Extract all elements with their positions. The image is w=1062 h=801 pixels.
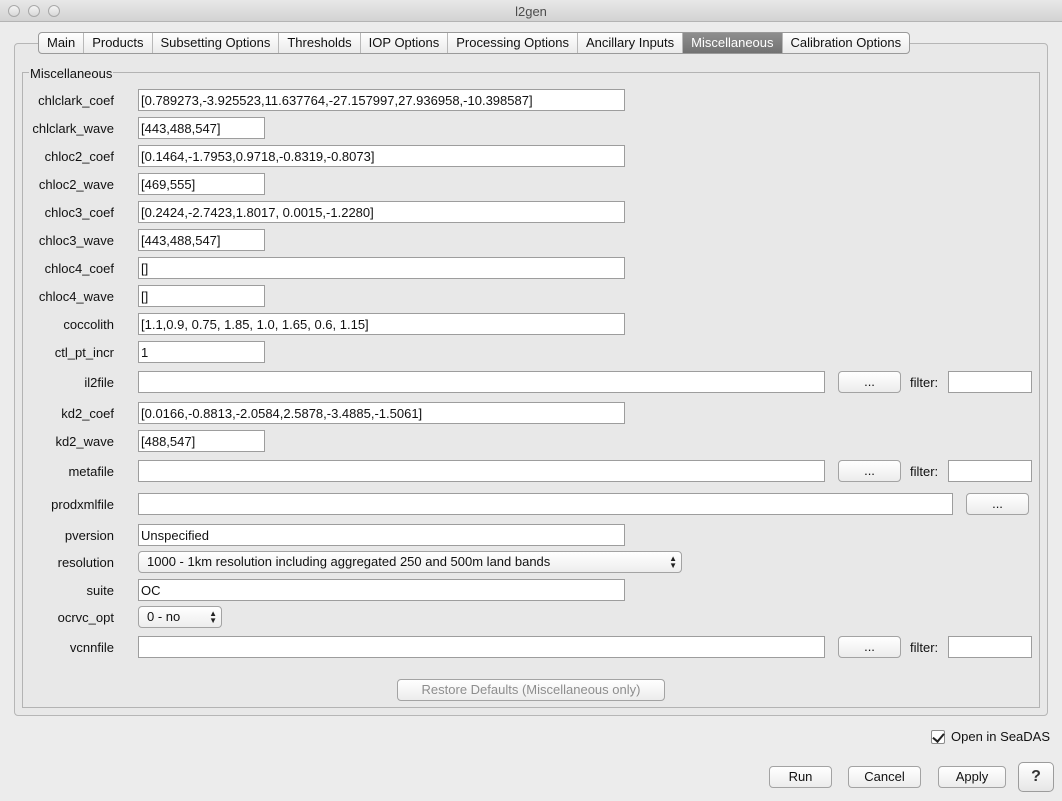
chloc4-wave-label: chloc4_wave	[38, 289, 114, 304]
chloc2-coef-input[interactable]	[138, 145, 625, 167]
help-button[interactable]: ?	[1018, 762, 1054, 792]
chloc4-coef-label: chloc4_coef	[44, 261, 114, 276]
prodxmlfile-browse-button[interactable]: ...	[966, 493, 1029, 515]
ocrvc-opt-selected-value: 0 - no	[147, 609, 181, 624]
tab-products[interactable]: Products	[84, 33, 153, 53]
vcnnfile-filter-label: filter:	[910, 640, 939, 655]
apply-button[interactable]: Apply	[938, 766, 1006, 788]
vcnnfile-label: vcnnfile	[69, 640, 114, 655]
resolution-label: resolution	[57, 555, 114, 570]
prodxmlfile-input[interactable]	[138, 493, 953, 515]
chloc3-wave-input[interactable]	[138, 229, 265, 251]
kd2-wave-input[interactable]	[138, 430, 265, 452]
prodxmlfile-label: prodxmlfile	[51, 497, 114, 512]
metafile-filter-label: filter:	[910, 464, 939, 479]
suite-input[interactable]	[138, 579, 625, 601]
kd2-wave-label: kd2_wave	[55, 434, 114, 449]
il2file-label: il2file	[84, 375, 114, 390]
group-title: Miscellaneous	[29, 66, 114, 81]
chloc2-wave-label: chloc2_wave	[38, 177, 114, 192]
metafile-label: metafile	[68, 464, 114, 479]
coccolith-label: coccolith	[63, 317, 114, 332]
chloc3-coef-input[interactable]	[138, 201, 625, 223]
chlclark-wave-input[interactable]	[138, 117, 265, 139]
il2file-input[interactable]	[138, 371, 825, 393]
vcnnfile-input[interactable]	[138, 636, 825, 658]
il2file-filter-label: filter:	[910, 375, 939, 390]
ctl-pt-incr-input[interactable]	[138, 341, 265, 363]
coccolith-input[interactable]	[138, 313, 625, 335]
chlclark-coef-input[interactable]	[138, 89, 625, 111]
tab-processing-options[interactable]: Processing Options	[448, 33, 578, 53]
open-in-seadas-checkbox[interactable]: Open in SeaDAS	[931, 729, 1050, 744]
il2file-filter-input[interactable]	[948, 371, 1032, 393]
chloc3-wave-label: chloc3_wave	[38, 233, 114, 248]
tab-ancillary-inputs[interactable]: Ancillary Inputs	[578, 33, 684, 53]
il2file-browse-button[interactable]: ...	[838, 371, 901, 393]
metafile-input[interactable]	[138, 460, 825, 482]
chloc3-coef-label: chloc3_coef	[44, 205, 114, 220]
chloc2-wave-input[interactable]	[138, 173, 265, 195]
run-button[interactable]: Run	[769, 766, 832, 788]
suite-label: suite	[86, 583, 114, 598]
chloc2-coef-label: chloc2_coef	[44, 149, 114, 164]
resolution-selected-value: 1000 - 1km resolution including aggregat…	[147, 554, 551, 569]
window-title: l2gen	[515, 4, 547, 19]
restore-defaults-button[interactable]: Restore Defaults (Miscellaneous only)	[397, 679, 665, 701]
chlclark-wave-label: chlclark_wave	[32, 121, 114, 136]
metafile-browse-button[interactable]: ...	[838, 460, 901, 482]
updown-arrows-icon: ▲ ▼	[209, 609, 217, 625]
open-in-seadas-label: Open in SeaDAS	[951, 729, 1051, 744]
tab-miscellaneous[interactable]: Miscellaneous	[683, 33, 783, 53]
resolution-select[interactable]: 1000 - 1km resolution including aggregat…	[138, 551, 682, 573]
pversion-label: pversion	[64, 528, 114, 543]
chloc4-coef-input[interactable]	[138, 257, 625, 279]
tab-main[interactable]: Main	[39, 33, 85, 53]
checkbox-checked-icon[interactable]	[931, 729, 945, 744]
tab-thresholds[interactable]: Thresholds	[279, 33, 361, 53]
updown-arrows-icon: ▲ ▼	[669, 554, 677, 570]
kd2-coef-label: kd2_coef	[61, 406, 114, 421]
metafile-filter-input[interactable]	[948, 460, 1032, 482]
cancel-button[interactable]: Cancel	[848, 766, 921, 788]
tab-iop-options[interactable]: IOP Options	[361, 33, 449, 53]
vcnnfile-filter-input[interactable]	[948, 636, 1032, 658]
ocrvc-opt-select[interactable]: 0 - no ▲ ▼	[138, 606, 222, 628]
tab-bar: Main Products Subsetting Options Thresho…	[38, 32, 911, 54]
kd2-coef-input[interactable]	[138, 402, 625, 424]
pversion-input[interactable]	[138, 524, 625, 546]
tab-subsetting-options[interactable]: Subsetting Options	[153, 33, 280, 53]
chlclark-coef-label: chlclark_coef	[38, 93, 114, 108]
chloc4-wave-input[interactable]	[138, 285, 265, 307]
vcnnfile-browse-button[interactable]: ...	[838, 636, 901, 658]
window-titlebar: l2gen	[0, 0, 1062, 22]
tab-calibration-options[interactable]: Calibration Options	[783, 33, 910, 53]
ocrvc-opt-label: ocrvc_opt	[57, 610, 114, 625]
ctl-pt-incr-label: ctl_pt_incr	[54, 345, 114, 360]
